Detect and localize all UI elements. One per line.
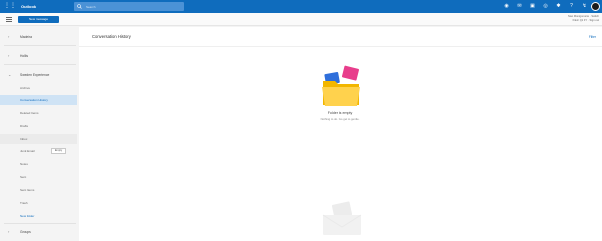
folder-archive[interactable]: Archive (0, 83, 77, 93)
folder-group-label: Hollis (20, 54, 29, 58)
folder-group-label: Sweden Experience (20, 73, 50, 77)
feedback-icon[interactable]: ↯ (581, 3, 588, 10)
calendar-icon[interactable]: ▣ (529, 3, 536, 10)
folder-group-sweden-experience[interactable]: ⌄ Sweden Experience (0, 69, 77, 81)
chevron-down-icon[interactable]: ⌄ (8, 72, 11, 78)
chevron-right-icon[interactable]: › (8, 34, 9, 40)
account-line2: Filed: Q1 FY · Sign out (572, 19, 599, 22)
folder-sent-items[interactable]: Sent Items (0, 185, 77, 195)
folder-label: Inbox (20, 137, 28, 141)
people-icon[interactable]: ◎ (542, 3, 549, 10)
hamburger-menu-icon[interactable] (6, 17, 12, 22)
app-name[interactable]: Outlook (21, 3, 36, 10)
account-info[interactable]: Sian Montgomerie · Switch Filed: Q1 FY ·… (549, 15, 599, 25)
folder-conversation-history[interactable]: Conversation History (0, 95, 77, 105)
empty-state-subtitle: Nothing to do. Go get to gentle. (320, 117, 360, 121)
search-icon (77, 4, 82, 9)
folder-group-label: Madeira (20, 35, 32, 39)
chevron-right-icon[interactable]: › (8, 53, 9, 59)
divider (4, 64, 76, 65)
avatar[interactable] (591, 2, 600, 11)
app-launcher-icon[interactable]: ⋮⋮ (4, 3, 16, 10)
folder-junk-email[interactable]: Junk Email Empty (0, 146, 77, 156)
folder-pane: › Madeira › Hollis ⌄ Sweden Experience A… (0, 27, 77, 241)
folder-label: Conversation History (20, 98, 48, 102)
skype-icon[interactable]: ◉ (503, 3, 510, 10)
folder-group-label: Groups (20, 230, 31, 234)
chat-icon[interactable]: ✉ (516, 3, 523, 10)
folder-label: Junk Email (20, 149, 35, 153)
folder-label: Drafts (20, 124, 29, 128)
settings-icon[interactable]: ✱ (555, 3, 562, 10)
top-bar: ⋮⋮ Outlook ◉ ✉ ▣ ◎ ✱ ? ↯ (0, 0, 602, 13)
filter-button[interactable]: Filter (589, 34, 596, 40)
message-list-header: Conversation History Filter (79, 27, 602, 47)
empty-folder-button[interactable]: Empty (51, 148, 66, 154)
folder-drafts[interactable]: Drafts (0, 121, 77, 131)
search-input[interactable] (86, 3, 176, 10)
help-icon[interactable]: ? (568, 3, 575, 10)
new-message-button[interactable]: New message (18, 16, 59, 23)
divider (4, 45, 76, 46)
folder-label: Sent (20, 175, 27, 179)
folder-inbox[interactable]: Inbox (0, 134, 77, 144)
folder-label: New folder (20, 214, 35, 218)
message-list-pane: Conversation History Filter Folder is em… (79, 27, 602, 241)
folder-sent[interactable]: Sent (0, 172, 77, 182)
folder-label: Notes (20, 162, 28, 166)
empty-folder-illustration (322, 65, 360, 106)
new-folder-link[interactable]: New folder (0, 211, 77, 221)
folder-notes[interactable]: Notes (0, 159, 77, 169)
search-box[interactable] (74, 2, 184, 11)
empty-state-title: Folder is empty (327, 111, 353, 115)
folder-group-madeira[interactable]: › Madeira (0, 31, 77, 43)
folder-group-hollis[interactable]: › Hollis (0, 50, 77, 62)
folder-label: Trash (20, 201, 28, 205)
folder-label: Sent Items (20, 188, 35, 192)
folder-deleted-items[interactable]: Deleted Items (0, 108, 77, 118)
folder-label: Archive (20, 86, 31, 90)
divider (4, 223, 76, 224)
page-title: Conversation History (92, 34, 131, 39)
faded-envelope-illustration (322, 201, 362, 235)
command-bar: New message Sian Montgomerie · Switch Fi… (0, 13, 602, 26)
folder-trash[interactable]: Trash (0, 198, 77, 208)
chevron-right-icon[interactable]: › (8, 229, 9, 235)
folder-group-groups[interactable]: › Groups (0, 226, 77, 238)
folder-label: Deleted Items (20, 111, 39, 115)
top-icon-group: ◉ ✉ ▣ ◎ ✱ ? ↯ (503, 3, 588, 10)
